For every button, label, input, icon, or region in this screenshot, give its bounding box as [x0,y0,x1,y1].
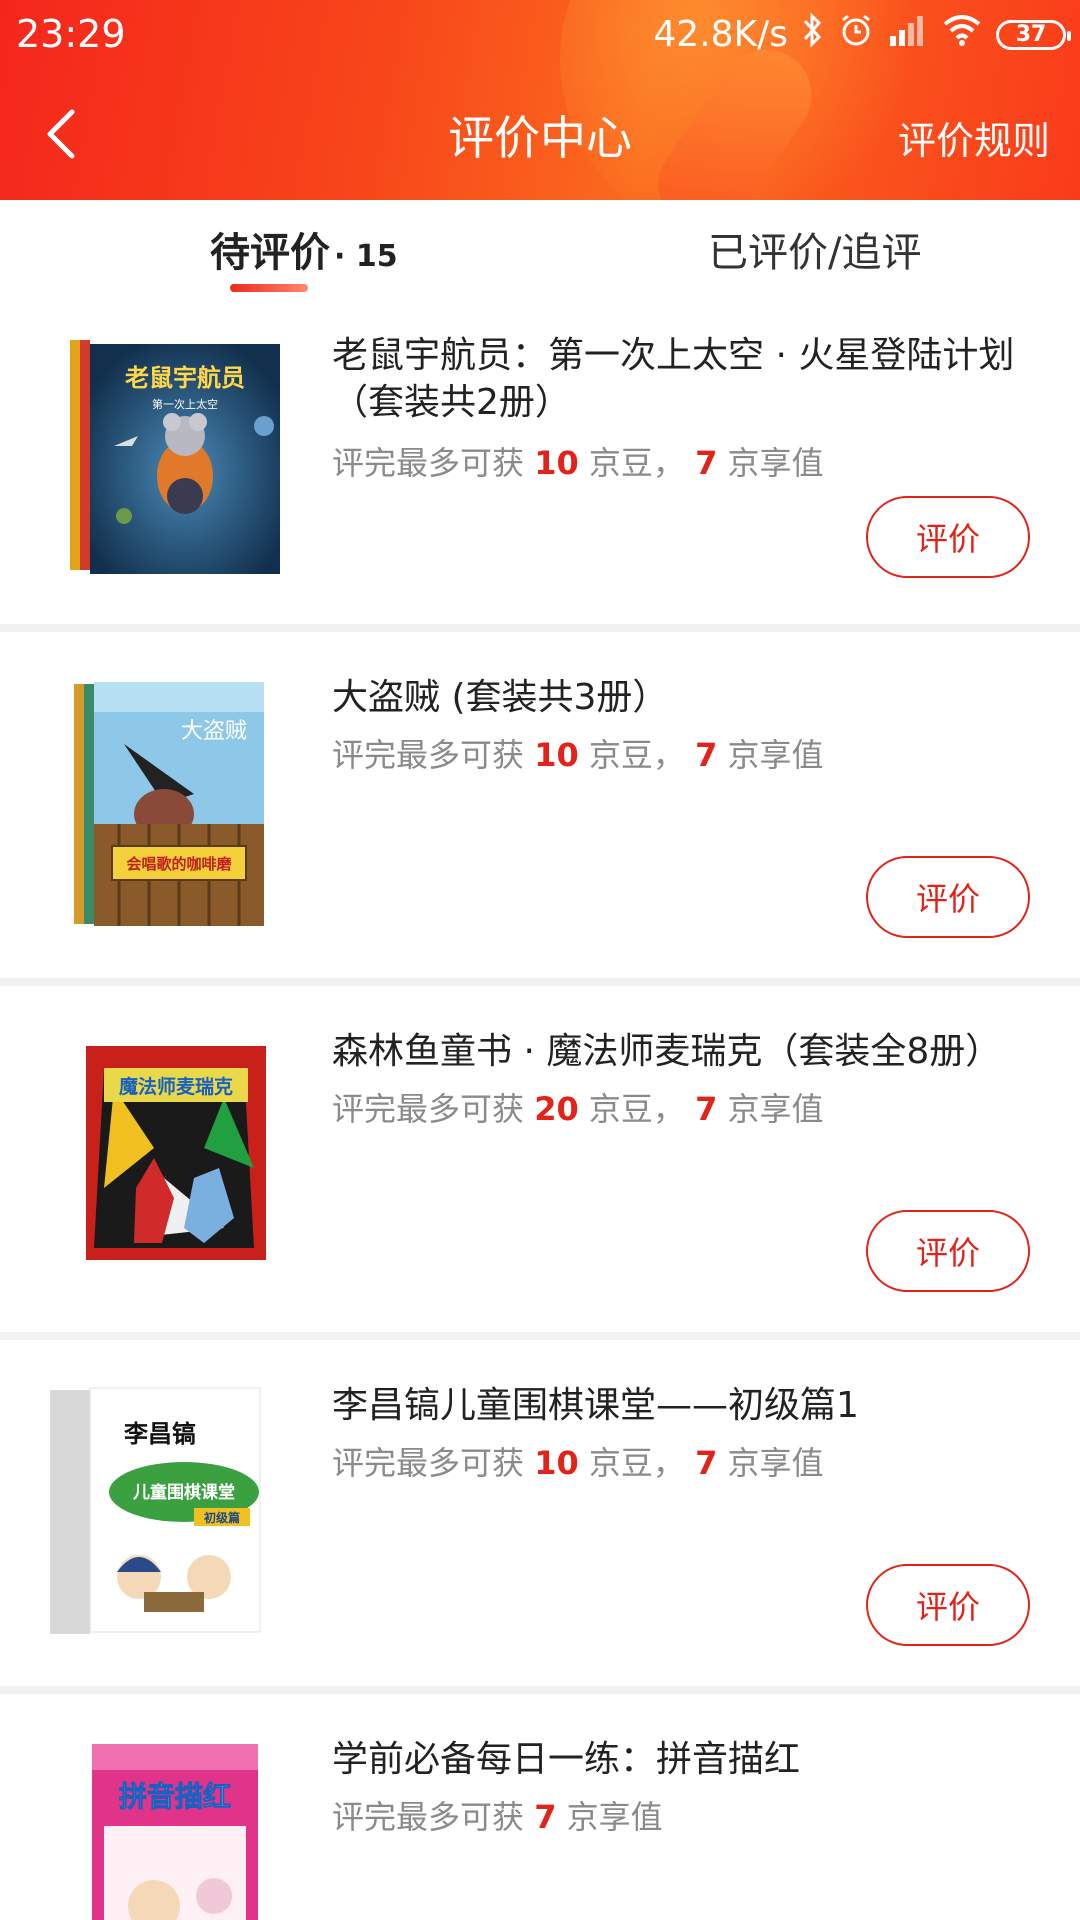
product-title[interactable]: 森林鱼童书 · 魔法师麦瑞克（套装全8册） [332,1028,1032,1075]
tab-bar: 待评价 · 15 已评价/追评 [0,200,1080,296]
signal-icon [888,12,928,57]
list-item: 拼音描红 学前必备每日一练：拼音描红 评完最多可获 7 京享值 [0,1694,1080,1920]
reward-prefix: 评完最多可获 [332,1444,525,1482]
product-title-line1: 老鼠宇航员：第一次上太空 · 火星登陆计划 [332,335,1015,376]
reward-value: 7 [695,1090,718,1128]
battery-icon: 37 [996,19,1071,50]
reward-prefix: 评完最多可获 [332,1798,525,1836]
tab-reviewed[interactable]: 已评价/追评 [708,220,921,278]
divider [0,1332,1080,1340]
cover-title: 魔法师麦瑞克 [119,1075,233,1098]
reward-text: 评完最多可获 10 京豆， 7 京享值 [332,438,824,484]
reward-value: 7 [695,444,718,482]
reward-text: 评完最多可获 10 京豆， 7 京享值 [332,730,824,776]
book-cover[interactable]: 李昌镐 儿童围棋课堂 初级篇 [44,1382,304,1642]
wifi-icon [942,12,982,57]
reward-beans: 10 [534,736,579,774]
reward-value-unit: 京享值 [727,1444,824,1482]
reward-beans-unit: 京豆， [588,736,685,774]
reward-beans-unit: 京豆， [588,1444,685,1482]
status-bar: 23:29 42.8K/s 37 [0,0,1080,66]
tab-pending[interactable]: 待评价 · 15 [210,220,398,278]
cover-subtitle: 儿童围棋课堂 [132,1482,235,1503]
review-button[interactable]: 评价 [866,1564,1030,1646]
header: 23:29 42.8K/s 37 评价中心 评价规则 [0,0,1080,200]
cover-title: 拼音描红 [119,1780,231,1813]
reward-prefix: 评完最多可获 [332,1090,525,1128]
reward-value-unit: 京享值 [727,736,824,774]
tab-pending-label: 待评价 [210,230,330,276]
cover-title: 老鼠宇航员 [125,364,245,392]
divider [0,1686,1080,1694]
review-button[interactable]: 评价 [866,856,1030,938]
reward-beans-unit: 京豆， [588,444,685,482]
product-title[interactable]: 老鼠宇航员：第一次上太空 · 火星登陆计划 （套装共2册） [332,332,1032,426]
tab-active-indicator [230,284,308,292]
reward-beans: 10 [534,444,579,482]
reward-prefix: 评完最多可获 [332,444,525,482]
net-speed: 42.8K/s [653,14,788,55]
book-cover[interactable]: 拼音描红 [44,1736,304,1920]
alarm-icon [838,12,874,57]
cover-title: 大盗贼 [181,719,247,744]
reward-prefix: 评完最多可获 [332,736,525,774]
review-button[interactable]: 评价 [866,496,1030,578]
reward-value: 7 [695,1444,718,1482]
list-item: 魔法师麦瑞克 森林鱼童书 · 魔法师麦瑞克（套装全8册） 评完最多可获 20 京… [0,986,1080,1332]
book-cover[interactable]: 老鼠宇航员 第一次上太空 [44,336,304,596]
list-item: 老鼠宇航员 第一次上太空 老鼠宇航员：第一次上太空 · 火星登陆计划 （套装共2… [0,296,1080,624]
book-cover[interactable]: 大盗贼 会唱歌的咖啡磨 [44,674,304,934]
reward-value-unit: 京享值 [566,1798,663,1836]
reward-value-unit: 京享值 [727,444,824,482]
list-item: 大盗贼 会唱歌的咖啡磨 大盗贼 (套装共3册） 评完最多可获 10 京豆， 7 … [0,632,1080,978]
status-right: 42.8K/s 37 [653,12,1071,57]
reward-beans-unit: 京豆， [588,1090,685,1128]
cover-subtitle: 会唱歌的咖啡磨 [126,855,232,873]
reward-value-unit: 京享值 [727,1090,824,1128]
cover-subtitle: 第一次上太空 [152,397,218,411]
review-button[interactable]: 评价 [866,1210,1030,1292]
review-list: 老鼠宇航员 第一次上太空 老鼠宇航员：第一次上太空 · 火星登陆计划 （套装共2… [0,296,1080,1920]
bluetooth-icon [802,12,824,57]
book-cover[interactable]: 魔法师麦瑞克 [44,1028,304,1288]
status-time: 23:29 [16,12,126,56]
cover-subtitle-2: 初级篇 [204,1510,240,1525]
divider [0,978,1080,986]
reward-text: 评完最多可获 10 京豆， 7 京享值 [332,1438,824,1484]
product-title[interactable]: 大盗贼 (套装共3册） [332,674,1032,721]
reward-text: 评完最多可获 7 京享值 [332,1792,663,1838]
reward-beans: 20 [534,1090,579,1128]
reward-value: 7 [695,736,718,774]
reward-beans: 10 [534,1444,579,1482]
tab-pending-count: · 15 [334,239,398,274]
product-title[interactable]: 学前必备每日一练：拼音描红 [332,1736,1032,1783]
divider [0,624,1080,632]
product-title[interactable]: 李昌镐儿童围棋课堂——初级篇1 [332,1382,1032,1429]
product-title-line2: （套装共2册） [332,382,571,423]
nav-bar: 评价中心 评价规则 [0,84,1080,184]
reward-value: 7 [534,1798,557,1836]
review-rules-link[interactable]: 评价规则 [898,110,1050,165]
cover-title: 李昌镐 [124,1420,196,1448]
reward-text: 评完最多可获 20 京豆， 7 京享值 [332,1084,824,1130]
list-item: 李昌镐 儿童围棋课堂 初级篇 李昌镐儿童围棋课堂——初级篇1 评完最多可获 10… [0,1340,1080,1686]
